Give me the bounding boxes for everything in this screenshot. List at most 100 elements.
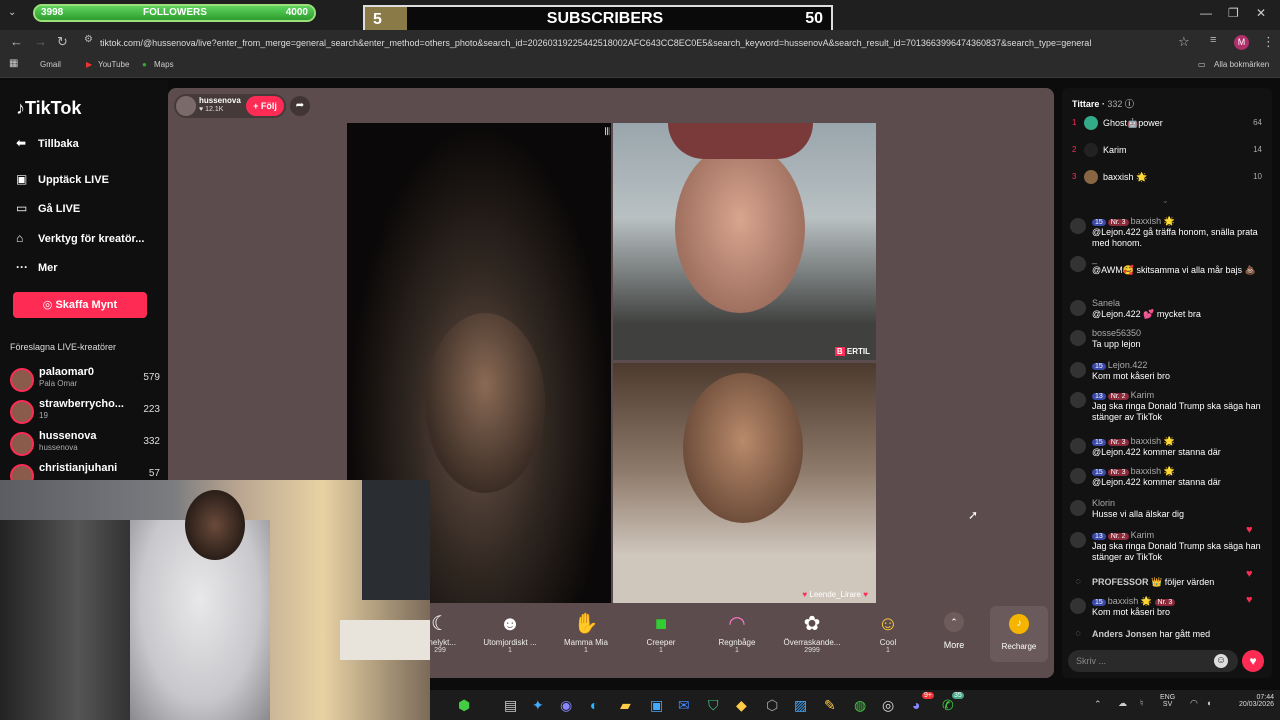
gift-label: Mamma Mia — [563, 638, 608, 647]
sidebar-item-go-live[interactable]: ▭ Gå LIVE — [16, 201, 80, 215]
tab-list-icon[interactable]: ⌄ — [8, 7, 16, 18]
chat-user[interactable]: 15 Nr. 3 baxxish 🌟 — [1092, 436, 1175, 447]
site-info-icon[interactable]: ⚙ — [84, 34, 93, 45]
avatar — [1070, 468, 1086, 484]
chat-user[interactable]: 15 baxxish 🌟 Nr. 3 — [1092, 596, 1177, 607]
follow-button[interactable]: + Följ — [246, 96, 284, 116]
media-controls-icon[interactable]: ≡ — [1210, 34, 1216, 46]
windows-taskbar: ⬢ ▤ ✦ ◉ ◐ ▰ ▣ ✉ ⛉ ◆ ⬡ ▨ ✎ ◍ ◎ ◕ 9+ ✆ 35 … — [430, 690, 1280, 720]
more-gifts-button[interactable]: ⌃ More — [934, 612, 974, 650]
file-manager-icon[interactable]: ▤ — [504, 697, 517, 714]
bookmark-gmail[interactable]: Gmail — [40, 60, 61, 69]
chat-user[interactable]: Sanela — [1092, 298, 1120, 308]
mail-icon[interactable]: ✉ — [678, 697, 690, 714]
like-heart-icon[interactable]: ♥ — [1242, 650, 1264, 672]
gift-item[interactable]: ✋ Mamma Mia 1 — [554, 610, 618, 654]
avatar — [1070, 392, 1086, 408]
chat-input[interactable]: Skriv ... — [1068, 650, 1238, 672]
chat-user[interactable]: Klorin — [1092, 498, 1115, 508]
gift-item[interactable]: ■ Creeper 1 — [629, 610, 693, 654]
url-input[interactable]: tiktok.com/@hussenova/live?enter_from_me… — [100, 34, 1180, 52]
bookmark-star-icon[interactable]: ☆ — [1178, 34, 1190, 50]
creator-item[interactable]: palaomar0 Pala Omar 579 — [10, 366, 160, 394]
game-app-icon[interactable]: ⬢ — [458, 697, 470, 714]
chat-text: Kom mot kåseri bro — [1092, 607, 1171, 617]
obs-icon[interactable]: ◎ — [882, 697, 894, 714]
creator-item[interactable]: strawberrycho... 19 223 — [10, 398, 160, 426]
copilot-icon[interactable]: ✦ — [532, 697, 544, 714]
chat-user[interactable]: 15 Nr. 3 baxxish 🌟 — [1092, 216, 1175, 227]
profile-avatar[interactable]: M — [1234, 35, 1249, 50]
reload-icon[interactable]: ↻ — [57, 34, 68, 50]
app-icon[interactable]: ◆ — [736, 697, 747, 714]
edge-icon[interactable]: ◐ — [590, 697, 598, 713]
chat-user[interactable]: bosse56350 — [1092, 328, 1141, 338]
chat-user[interactable]: 15 Lejon.422 — [1092, 360, 1147, 370]
restore-icon[interactable]: ❐ — [1228, 6, 1239, 20]
microphone-icon[interactable]: ♮ — [1140, 698, 1143, 709]
paint-icon[interactable]: ✎ — [824, 697, 836, 714]
chat-username[interactable]: PROFESSOR 👑 — [1092, 577, 1162, 587]
sidebar-item-discover-live[interactable]: ▣ Upptäck LIVE — [16, 172, 109, 186]
sidebar-item-creator-tools[interactable]: ⌂ Verktyg för kreatör... — [16, 231, 144, 245]
cloud-icon[interactable]: ☁ — [1118, 698, 1127, 709]
apps-grid-icon[interactable]: ▦ — [9, 58, 18, 69]
volume-icon[interactable]: ◖ — [1206, 698, 1211, 708]
panel-2-tag: B ERTIL — [834, 347, 870, 356]
browser-menu-icon[interactable]: ⋮ — [1262, 34, 1275, 50]
close-icon[interactable]: ✕ — [1256, 6, 1266, 20]
share-icon[interactable]: ➦ — [290, 96, 310, 116]
level-badge: 15 — [1092, 469, 1106, 476]
chevron-down-icon[interactable]: ⌄ — [1162, 196, 1169, 205]
tiktok-logo-text: TikTok — [25, 98, 82, 118]
settings-app-icon[interactable]: ⬡ — [766, 697, 778, 714]
wifi-icon[interactable]: ◠ — [1190, 698, 1198, 709]
all-bookmarks-link[interactable]: Alla bokmärken — [1214, 60, 1269, 69]
chat-user[interactable]: 13 Nr. 2 Karim — [1092, 390, 1154, 400]
discord-icon[interactable]: ◕ — [912, 697, 920, 713]
minimize-icon[interactable]: — — [1200, 6, 1212, 20]
gift-item[interactable]: ☻ Utomjordiskt ... 1 — [478, 610, 542, 654]
tray-chevron-icon[interactable]: ⌃ — [1094, 699, 1102, 710]
chat-user[interactable]: _ — [1092, 254, 1097, 264]
gift-label: Utomjordiskt ... — [483, 638, 537, 647]
chat-text: Kom mot kåseri bro — [1092, 371, 1171, 381]
get-coins-button[interactable]: ◎ Skaffa Mynt — [13, 292, 147, 318]
video-icon: ▭ — [16, 201, 28, 215]
chat-text: @Lejon.422 gå träffa honom, snälla prata… — [1092, 227, 1258, 248]
bookmark-youtube[interactable]: YouTube — [98, 60, 129, 69]
emoji-icon[interactable]: ☺ — [1214, 654, 1228, 668]
language-indicator[interactable]: ENG SV — [1160, 694, 1175, 708]
guest-3-face — [683, 373, 803, 523]
gift-item[interactable]: ✿ Överraskande... 2999 — [780, 610, 844, 654]
creator-name: palaomar0 — [39, 366, 95, 378]
hand-gift-icon: ✋ — [573, 613, 599, 635]
store-icon[interactable]: ▣ — [650, 697, 663, 714]
photos-icon[interactable]: ▨ — [794, 697, 807, 714]
forward-arrow-icon[interactable]: → — [34, 34, 47, 49]
back-arrow-icon[interactable]: ← — [10, 34, 23, 49]
chat-username: _ — [1092, 254, 1098, 264]
bookmarks-bar: ▦ Gmail ▶ YouTube ● Maps ▭ Alla bokmärke… — [0, 54, 1280, 78]
address-bar-row: ← → ↻ ⚙ tiktok.com/@hussenova/live?enter… — [0, 30, 1280, 54]
chat-user[interactable]: 15 Nr. 3 baxxish 🌟 — [1092, 466, 1175, 477]
whatsapp-icon[interactable]: ✆ — [942, 697, 954, 714]
chrome-icon[interactable]: ◍ — [854, 697, 866, 714]
gaming-chair — [0, 520, 130, 720]
bookmark-maps[interactable]: Maps — [154, 60, 174, 69]
shield-icon[interactable]: ⛉ — [708, 697, 719, 714]
tiktok-logo[interactable]: ♪TikTok — [16, 98, 81, 119]
gift-item[interactable]: ☺ Cool 1 — [856, 610, 920, 654]
clock[interactable]: 07:44 20/03/2026 — [1220, 694, 1274, 708]
recharge-button[interactable]: ♪ Recharge — [990, 606, 1048, 662]
sidebar-item-more[interactable]: ··· Mer — [16, 260, 58, 274]
streamer-head — [185, 490, 245, 560]
back-link[interactable]: ⬅ Tillbaka — [16, 136, 79, 150]
teams-icon[interactable]: ◉ — [560, 697, 572, 714]
creator-item[interactable]: hussenova hussenova 332 — [10, 430, 160, 458]
gift-item[interactable]: ◠ Regnbåge 1 — [705, 610, 769, 654]
chat-username[interactable]: Anders Jonsen — [1092, 629, 1157, 639]
chat-user[interactable]: 13 Nr. 2 Karim — [1092, 530, 1154, 540]
folder-icon[interactable]: ▰ — [620, 697, 631, 714]
alien-gift-icon: ☻ — [499, 613, 521, 635]
